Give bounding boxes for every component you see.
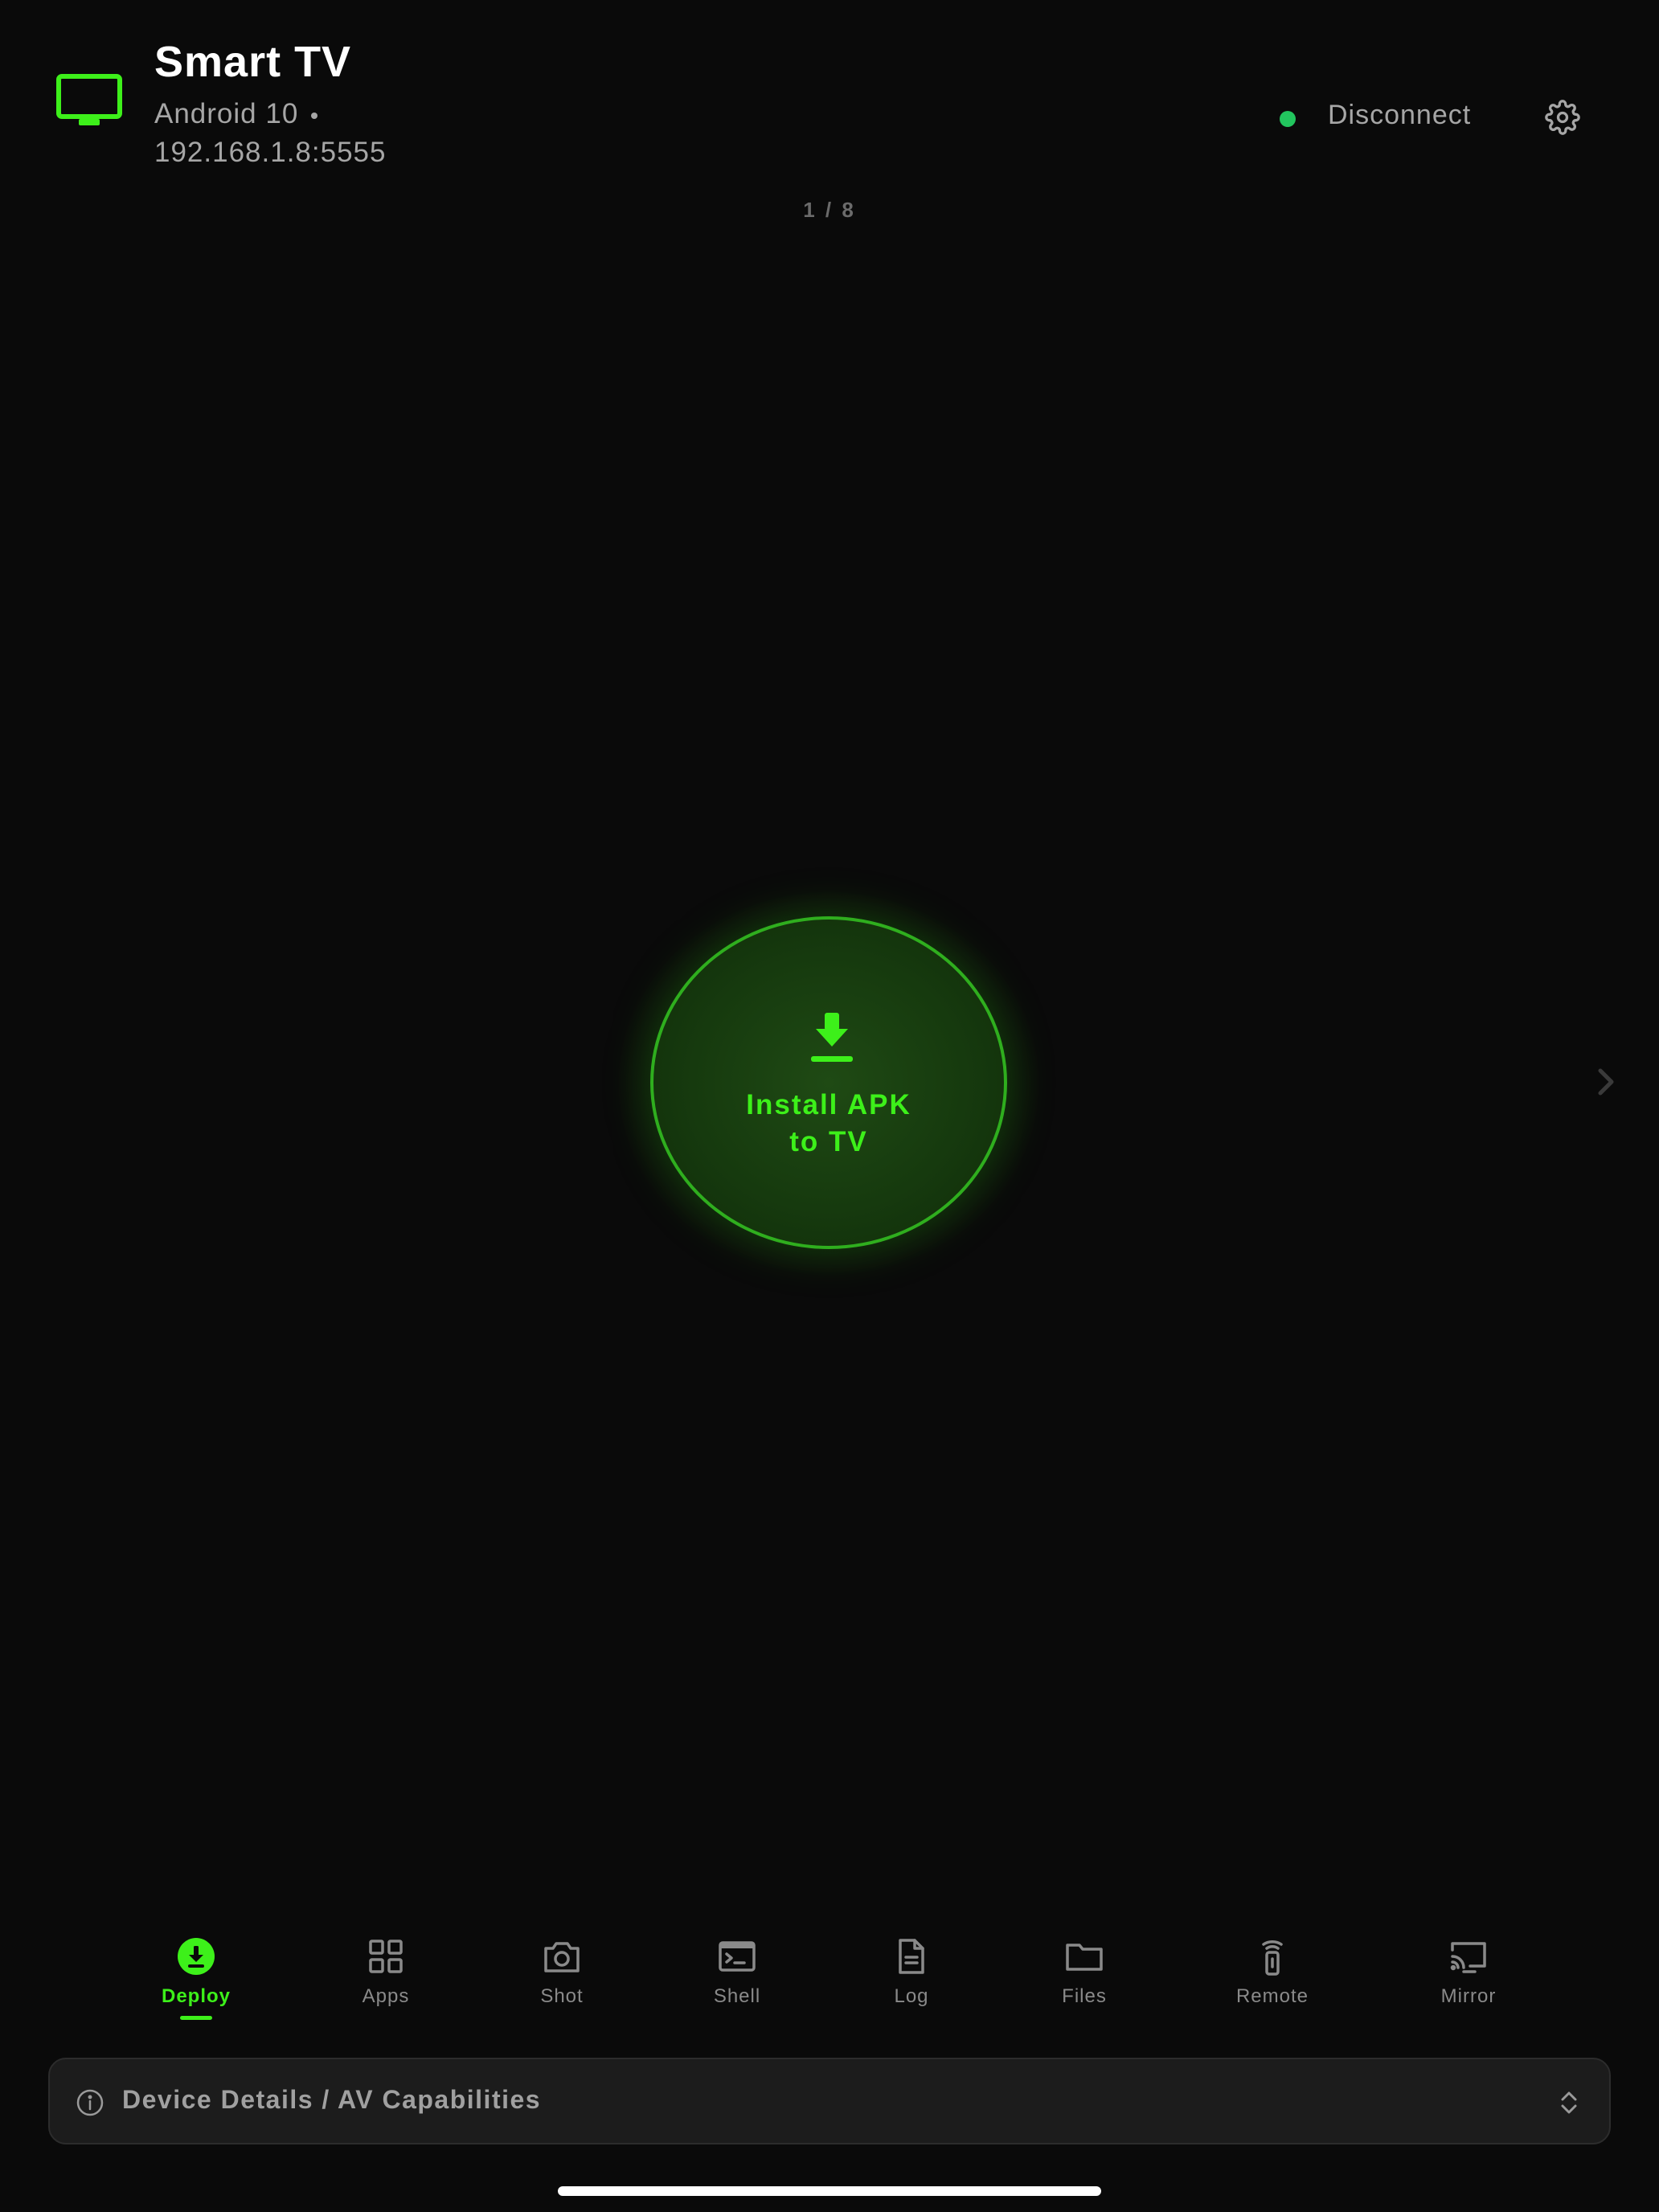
- disconnect-button[interactable]: Disconnect: [1328, 100, 1471, 131]
- nav-item-shot[interactable]: Shot: [498, 1929, 626, 2008]
- install-apk-label: Install APK to TV: [653, 1087, 1004, 1161]
- page-indicator: 1 / 8: [803, 198, 856, 222]
- bottom-nav: Deploy Apps Shot Shell Log Files Remote …: [0, 1929, 1659, 2026]
- home-indicator[interactable]: [558, 2186, 1101, 2196]
- install-label-line1: Install APK: [746, 1089, 911, 1120]
- nav-item-remote[interactable]: Remote: [1208, 1929, 1337, 2008]
- nav-item-files[interactable]: Files: [1020, 1929, 1149, 2008]
- nav-label: Log: [894, 1985, 929, 2007]
- nav-item-apps[interactable]: Apps: [322, 1929, 450, 2008]
- terminal-icon: [719, 1941, 756, 1972]
- download-icon: [811, 1013, 853, 1062]
- device-details-toggle[interactable]: Device Details / AV Capabilities: [48, 2058, 1611, 2144]
- nav-label: Deploy: [161, 1985, 231, 2007]
- info-icon: [76, 2089, 104, 2116]
- device-details-label: Device Details / AV Capabilities: [122, 2085, 542, 2114]
- remote-icon: [1262, 1940, 1283, 1976]
- device-subtitle: Android 10: [154, 95, 386, 133]
- next-page-chevron-icon[interactable]: [1595, 1066, 1617, 1098]
- nav-label: Apps: [362, 1985, 410, 2007]
- android-version: Android 10: [154, 98, 299, 129]
- device-address: 192.168.1.8:5555: [154, 137, 387, 168]
- settings-gear-icon[interactable]: [1545, 100, 1580, 135]
- connection-status-dot: [1280, 111, 1296, 127]
- nav-label: Shot: [540, 1985, 584, 2007]
- folder-icon: [1066, 1944, 1103, 1971]
- cast-icon: [1450, 1942, 1486, 1973]
- screen: Smart TV Android 10 192.168.1.8:5555 Dis…: [0, 0, 1659, 2212]
- nav-label: Shell: [713, 1985, 761, 2007]
- tv-icon: [56, 74, 122, 125]
- separator-dot: [311, 112, 318, 119]
- nav-label: Files: [1062, 1985, 1107, 2007]
- install-apk-button[interactable]: Install APK to TV: [650, 916, 1007, 1249]
- grid-icon: [369, 1940, 403, 1973]
- active-tab-indicator: [180, 2016, 212, 2020]
- expand-chevron-icon: [1561, 2091, 1577, 2114]
- nav-item-shell[interactable]: Shell: [673, 1929, 801, 2008]
- device-header: Smart TV Android 10 192.168.1.8:5555: [154, 35, 386, 172]
- device-name: Smart TV: [154, 38, 352, 86]
- install-label-line2: to TV: [789, 1126, 868, 1157]
- nav-label: Remote: [1235, 1985, 1309, 2007]
- nav-item-mirror[interactable]: Mirror: [1404, 1929, 1533, 2008]
- nav-item-deploy[interactable]: Deploy: [132, 1929, 260, 2020]
- nav-item-log[interactable]: Log: [847, 1929, 976, 2008]
- nav-label: Mirror: [1440, 1985, 1497, 2007]
- download-circle-icon: [178, 1938, 215, 1975]
- camera-icon: [544, 1942, 580, 1972]
- document-icon: [899, 1939, 924, 1974]
